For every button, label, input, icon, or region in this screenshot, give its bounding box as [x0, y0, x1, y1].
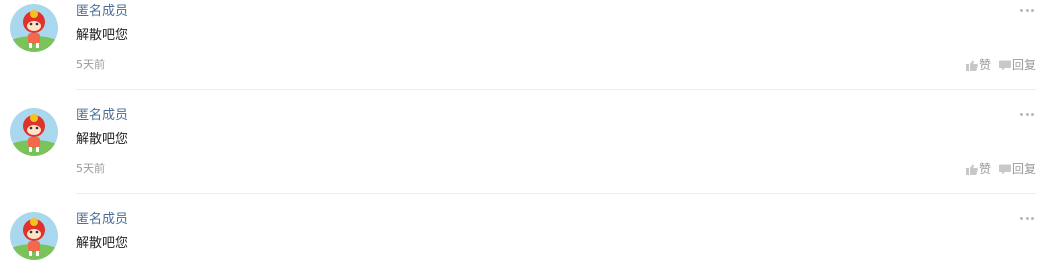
thumbs-up-icon	[965, 163, 978, 175]
more-dots-icon[interactable]	[1020, 108, 1034, 120]
thumbs-up-icon	[965, 59, 978, 71]
avatar[interactable]	[10, 4, 58, 52]
comment-timestamp: 5天前	[76, 162, 105, 175]
reply-label: 回复	[1011, 58, 1036, 72]
avatar[interactable]	[10, 212, 58, 260]
author-name[interactable]: 匿名成员	[76, 4, 128, 20]
divider	[76, 193, 1036, 194]
divider	[76, 89, 1036, 90]
avatar-mascot-image	[10, 108, 58, 156]
comment-timestamp: 5天前	[76, 58, 105, 71]
like-label: 赞	[978, 162, 991, 176]
like-button[interactable]: 赞	[965, 57, 991, 73]
avatar-mascot-image	[10, 212, 58, 260]
comment-text: 解散吧您	[76, 236, 129, 251]
avatar-mascot-image	[10, 4, 58, 52]
more-dots-icon[interactable]	[1020, 212, 1034, 224]
speech-bubble-icon	[998, 60, 1011, 70]
comment-actions: 赞 回复	[965, 161, 1036, 177]
reply-button[interactable]: 回复	[998, 57, 1036, 73]
more-dots-icon[interactable]	[1020, 4, 1034, 16]
speech-bubble-icon	[998, 164, 1011, 174]
comment-actions: 赞 回复	[965, 57, 1036, 73]
like-button[interactable]: 赞	[965, 161, 991, 177]
author-name[interactable]: 匿名成员	[76, 212, 128, 228]
author-name[interactable]: 匿名成员	[76, 108, 128, 124]
comment-text: 解散吧您	[76, 132, 129, 147]
reply-label: 回复	[1011, 162, 1036, 176]
avatar[interactable]	[10, 108, 58, 156]
comment-text: 解散吧您	[76, 28, 129, 43]
comment-item: 匿名成员 解散吧您	[0, 208, 1046, 269]
reply-button[interactable]: 回复	[998, 161, 1036, 177]
like-label: 赞	[978, 58, 991, 72]
comment-item: 匿名成员 解散吧您 5天前 赞 回复	[0, 104, 1046, 208]
comment-item: 匿名成员 解散吧您 5天前 赞 回复	[0, 0, 1046, 104]
